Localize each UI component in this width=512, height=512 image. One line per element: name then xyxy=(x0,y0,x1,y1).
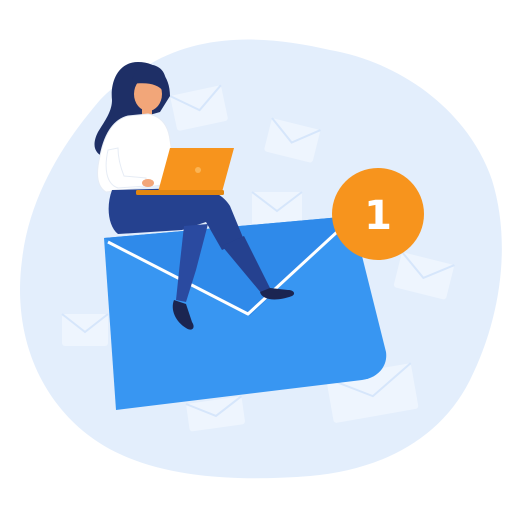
laptop-base xyxy=(136,190,224,195)
badge-count: 1 xyxy=(364,193,392,239)
notification-badge: 1 xyxy=(332,168,424,260)
laptop-logo xyxy=(195,167,201,173)
envelope-icon xyxy=(251,191,303,226)
email-notification-illustration: 1 xyxy=(20,39,502,479)
hand xyxy=(142,179,154,187)
illustration-stage: 1 xyxy=(0,0,512,512)
envelope-icon xyxy=(61,313,109,346)
